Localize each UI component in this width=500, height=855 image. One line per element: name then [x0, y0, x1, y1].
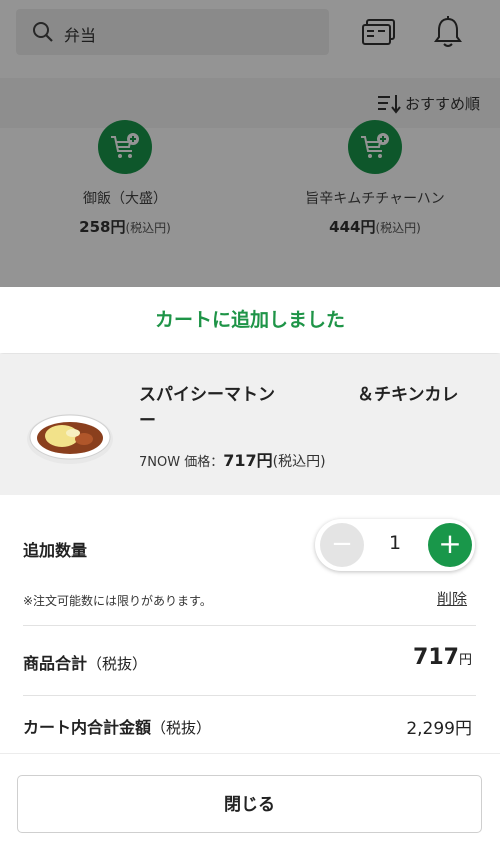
- modal-backdrop[interactable]: [0, 0, 500, 300]
- cart-total-value: 2,299円: [406, 719, 472, 739]
- sheet-title: カートに追加しました: [0, 287, 500, 353]
- background-page: 弁当 おすすめ順 御飯（大盛） 258円(税込円) 旨辛キムチチャーハン 444…: [0, 0, 500, 300]
- product-image: [27, 414, 113, 464]
- quantity-row: 追加数量 − 1 +: [0, 495, 500, 585]
- subtotal-label: 商品合計（税抜）: [23, 654, 148, 673]
- quantity-label: 追加数量: [23, 541, 88, 560]
- subtotal-value: 717円: [413, 645, 472, 670]
- quantity-stepper: − 1 +: [315, 519, 475, 571]
- item-price: 7NOW 価格：717円(税込円): [139, 451, 326, 470]
- quantity-value: 1: [388, 532, 402, 554]
- added-to-cart-sheet: カートに追加しました スパイシーマトン ＆チキンカレ ー 7NOW 価格：717…: [0, 287, 500, 855]
- added-item-panel: スパイシーマトン ＆チキンカレ ー 7NOW 価格：717円(税込円): [0, 354, 500, 495]
- divider: [23, 695, 476, 696]
- order-limit-note: ※注文可能数には限りがあります。: [23, 594, 212, 608]
- increase-button[interactable]: +: [428, 523, 472, 567]
- close-button[interactable]: 閉じる: [17, 775, 482, 833]
- divider: [0, 753, 500, 754]
- cart-total-label: カート内合計金額（税抜）: [23, 718, 212, 737]
- delete-link[interactable]: 削除: [437, 588, 467, 609]
- divider: [23, 625, 476, 626]
- decrease-button[interactable]: −: [320, 523, 364, 567]
